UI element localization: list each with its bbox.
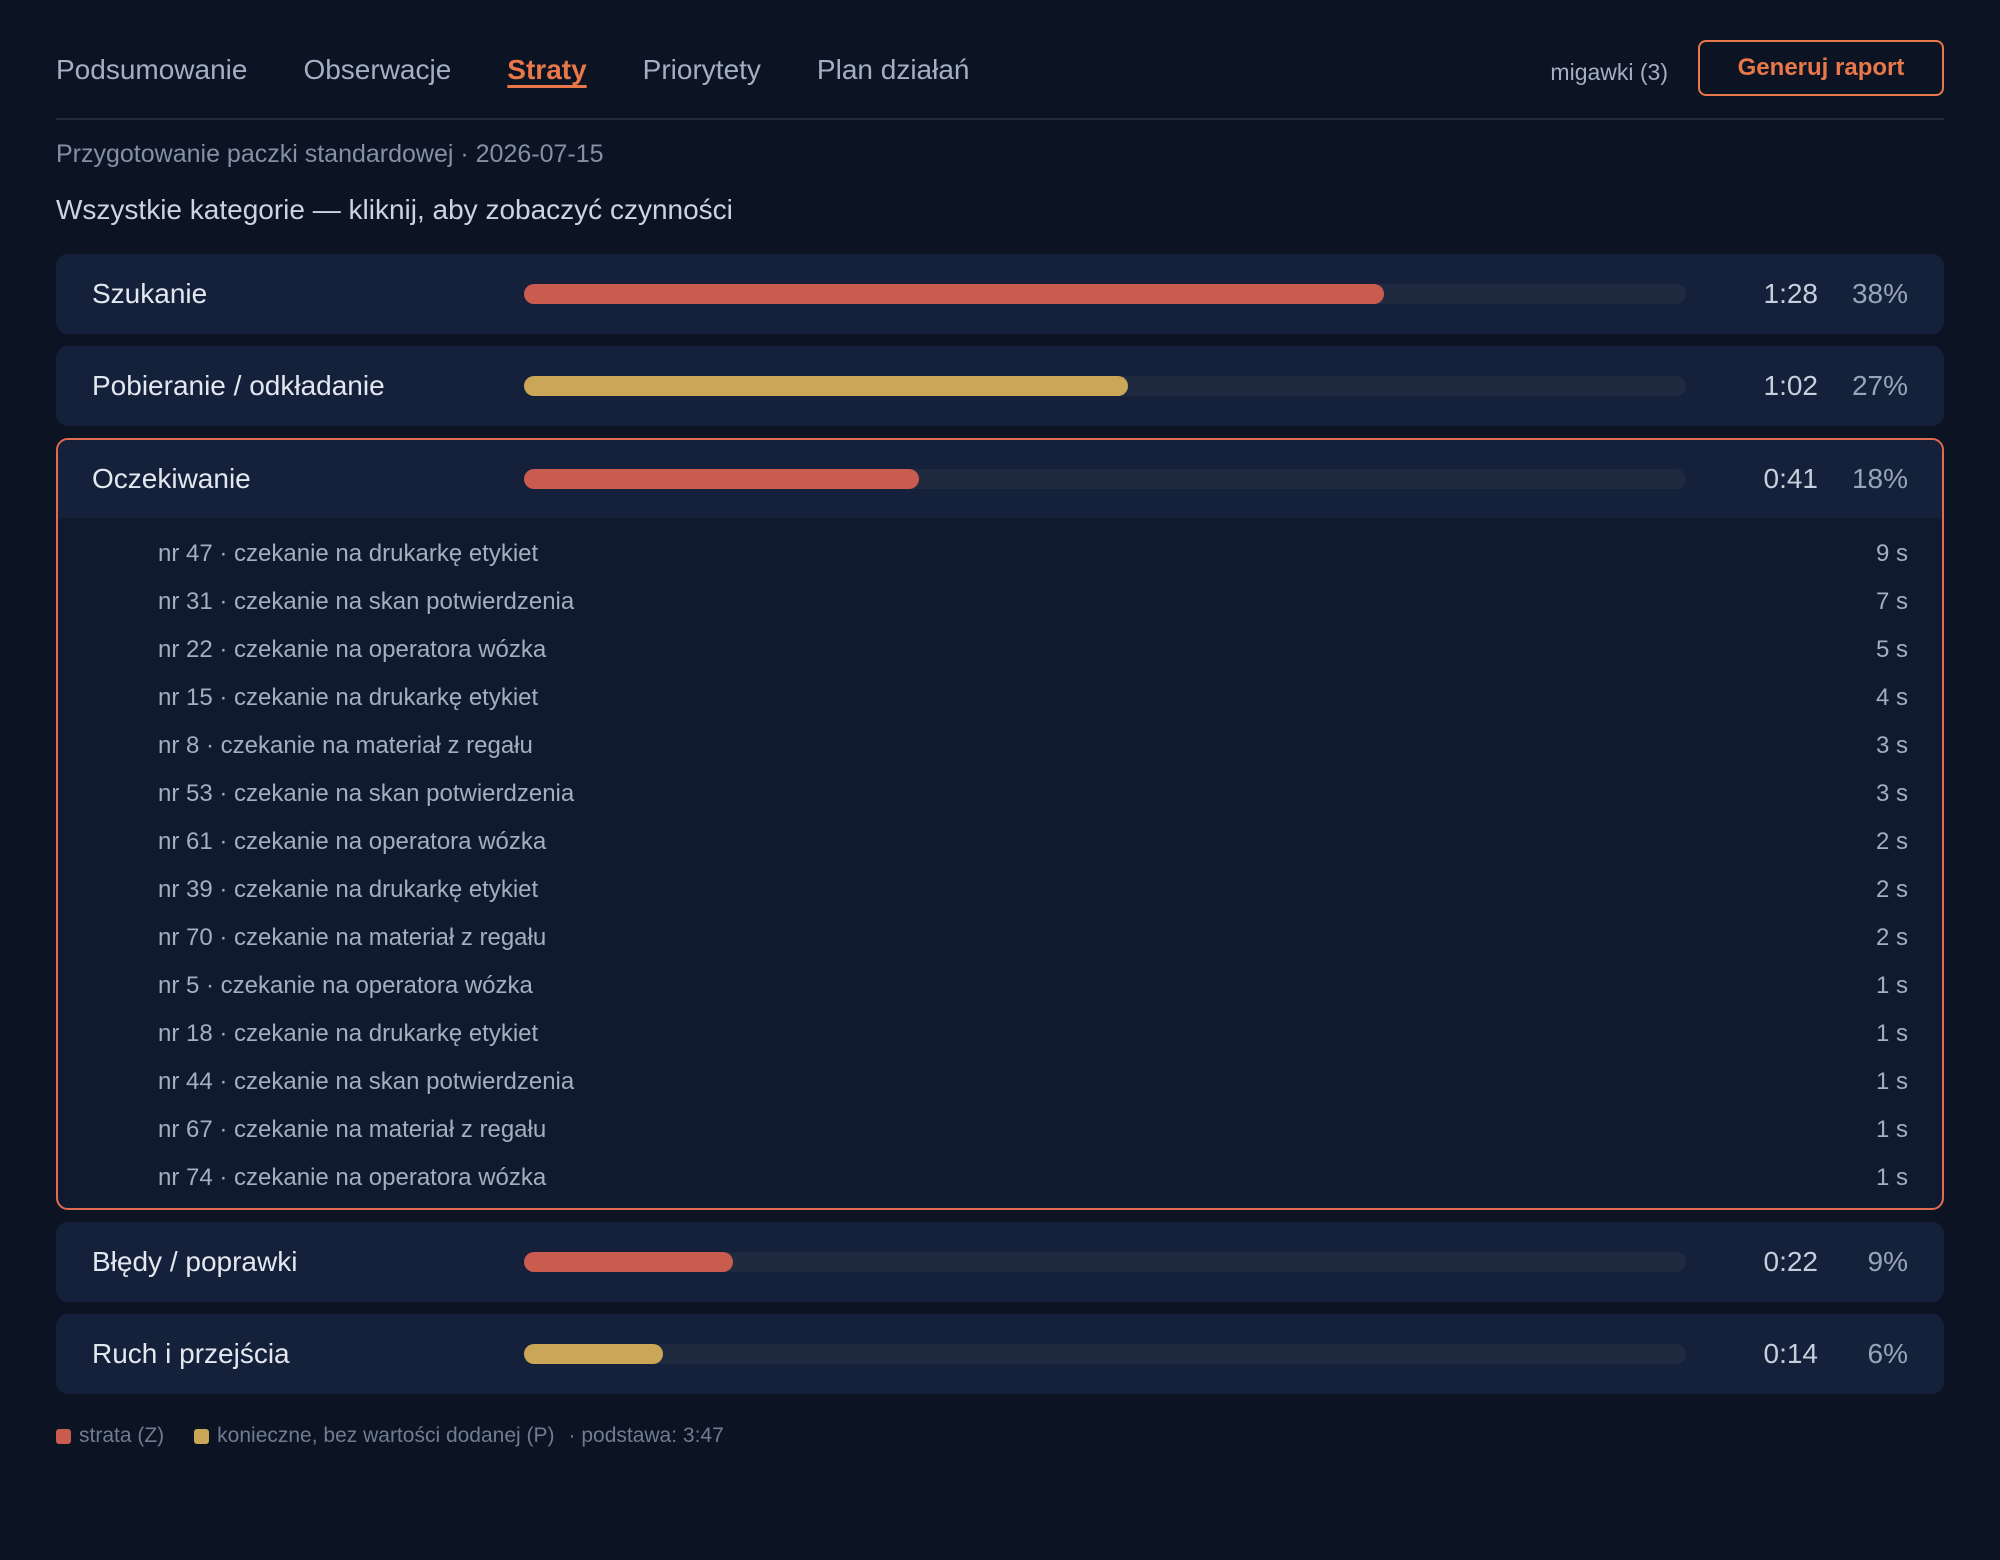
activity-duration: 1 s (1875, 972, 1908, 999)
activity-label: nr 31 · czekanie na skan potwierdzenia (158, 588, 575, 615)
category-bar-track (524, 1252, 1686, 1272)
activity-label: nr 39 · czekanie na drukarkę etykiet (158, 876, 539, 903)
category-label: Szukanie (92, 278, 208, 309)
activity-duration: 3 s (1875, 780, 1908, 807)
activity-item: nr 22 · czekanie na operatora wózka 5 s (58, 626, 1942, 674)
activity-duration: 5 s (1875, 636, 1908, 663)
tab-0[interactable]: Podsumowanie (56, 52, 247, 88)
category-label: Błędy / poprawki (92, 1246, 298, 1277)
category-list: Szukanie 1:28 38% Pobieranie / odkładanie 1:… (56, 254, 1944, 1406)
activity-item: nr 39 · czekanie na drukarkę etykiet 2 s (58, 866, 1942, 914)
category-row: Ruch i przejścia 0:14 6% (56, 1314, 1944, 1394)
waste-swatch-icon (56, 1428, 71, 1444)
legend-waste-label: strata (Z) (79, 1424, 165, 1447)
activity-duration: 3 s (1875, 732, 1908, 759)
activity-label: nr 53 · czekanie na skan potwierdzenia (158, 780, 575, 807)
tab-bar: Podsumowanie Obserwacje Straty Priorytety Pl… (56, 52, 1025, 88)
category-row: Pobieranie / odkładanie 1:02 27% (56, 346, 1944, 426)
category-bar-fill (524, 1252, 734, 1272)
activity-item: nr 70 · czekanie na materiał z regału 2 s (58, 914, 1942, 962)
activity-duration: 1 s (1875, 1020, 1908, 1047)
category-label: Pobieranie / odkładanie (92, 370, 385, 401)
category-time: 1:02 (1763, 370, 1819, 401)
tab-3[interactable]: Priorytety (643, 52, 761, 88)
activity-item: nr 67 · czekanie na materiał z regału 1 s (58, 1106, 1942, 1154)
category-header[interactable]: Oczekiwanie 0:41 18% (58, 440, 1942, 518)
legend-necessary: konieczne, bez wartości dodanej (P) (194, 1424, 555, 1448)
category-percent: 6% (1867, 1338, 1908, 1369)
category-percent: 38% (1851, 278, 1908, 309)
activity-label: nr 61 · czekanie na operatora wózka (158, 828, 547, 855)
activity-label: nr 47 · czekanie na drukarkę etykiet (158, 540, 539, 567)
category-header[interactable]: Ruch i przejścia 0:14 6% (56, 1314, 1944, 1394)
activity-label: nr 8 · czekanie na materiał z regału (158, 732, 533, 759)
category-label: Oczekiwanie (92, 463, 251, 494)
category-header[interactable]: Szukanie 1:28 38% (56, 254, 1944, 334)
activity-duration: 2 s (1875, 924, 1908, 951)
category-time: 0:41 (1763, 463, 1819, 494)
process-subtitle: Przygotowanie paczki standardowej · 2026… (56, 140, 604, 168)
activity-duration: 2 s (1875, 828, 1908, 855)
legend: strata (Z) konieczne, bez wartości dodan… (56, 1424, 724, 1448)
necessary-swatch-icon (194, 1428, 210, 1444)
tab-2[interactable]: Straty (507, 52, 586, 88)
category-bar-fill (524, 1344, 664, 1364)
activity-list: nr 47 · czekanie na drukarkę etykiet 9 sn… (58, 518, 1942, 1208)
category-percent: 9% (1867, 1246, 1908, 1277)
category-bar-fill (524, 376, 1129, 396)
category-row: Błędy / poprawki 0:22 9% (56, 1222, 1944, 1302)
category-bar-track (524, 469, 1686, 489)
activity-label: nr 70 · czekanie na materiał z regału (158, 924, 547, 951)
page: Podsumowanie Obserwacje Straty Priorytety Pl… (0, 0, 2000, 1560)
activity-label: nr 22 · czekanie na operatora wózka (158, 636, 547, 663)
legend-necessary-label: konieczne, bez wartości dodanej (P) (217, 1424, 555, 1447)
activity-item: nr 53 · czekanie na skan potwierdzenia 3 … (58, 770, 1942, 818)
activity-item: nr 74 · czekanie na operatora wózka 1 s (58, 1154, 1942, 1202)
activity-duration: 7 s (1875, 588, 1908, 615)
activity-duration: 4 s (1875, 684, 1908, 711)
activity-label: nr 15 · czekanie na drukarkę etykiet (158, 684, 539, 711)
activity-item: nr 47 · czekanie na drukarkę etykiet 9 s (58, 530, 1942, 578)
activity-label: nr 44 · czekanie na skan potwierdzenia (158, 1068, 575, 1095)
category-bar-track (524, 1344, 1686, 1364)
category-time: 1:28 (1763, 278, 1819, 309)
activity-item: nr 31 · czekanie na skan potwierdzenia 7 … (58, 578, 1942, 626)
activity-label: nr 74 · czekanie na operatora wózka (158, 1164, 547, 1191)
activity-item: nr 18 · czekanie na drukarkę etykiet 1 s (58, 1010, 1942, 1058)
top-nav: Podsumowanie Obserwacje Straty Priorytety Pl… (56, 38, 1944, 120)
activity-item: nr 8 · czekanie na materiał z regału 3 s (58, 722, 1942, 770)
activity-label: nr 5 · czekanie na operatora wózka (158, 972, 533, 999)
activity-duration: 2 s (1875, 876, 1908, 903)
category-percent: 27% (1851, 370, 1908, 401)
snapshots-link[interactable]: migawki (3) (1550, 56, 1668, 88)
category-bar-fill (524, 469, 920, 489)
category-bar-track (524, 284, 1686, 304)
category-row: Oczekiwanie 0:41 18% nr 47 · czekanie na dr… (56, 438, 1944, 1210)
activity-item: nr 15 · czekanie na drukarkę etykiet 4 s (58, 674, 1942, 722)
activity-duration: 9 s (1875, 540, 1908, 567)
category-time: 0:22 (1763, 1246, 1819, 1277)
category-label: Ruch i przejścia (92, 1338, 290, 1369)
category-percent: 18% (1851, 463, 1908, 494)
legend-base: · podstawa: 3:47 (568, 1424, 724, 1447)
category-header[interactable]: Błędy / poprawki 0:22 9% (56, 1222, 1944, 1302)
category-row: Szukanie 1:28 38% (56, 254, 1944, 334)
generate-report-button[interactable]: Generuj raport (1698, 40, 1944, 96)
category-bar-fill (524, 284, 1384, 304)
activity-label: nr 18 · czekanie na drukarkę etykiet (158, 1020, 539, 1047)
activity-item: nr 5 · czekanie na operatora wózka 1 s (58, 962, 1942, 1010)
category-bar-track (524, 376, 1686, 396)
category-time: 0:14 (1763, 1338, 1819, 1369)
activity-item: nr 44 · czekanie na skan potwierdzenia 1 … (58, 1058, 1942, 1106)
legend-waste: strata (Z) (56, 1424, 164, 1448)
activity-duration: 1 s (1875, 1116, 1908, 1143)
activity-item: nr 61 · czekanie na operatora wózka 2 s (58, 818, 1942, 866)
category-header[interactable]: Pobieranie / odkładanie 1:02 27% (56, 346, 1944, 426)
tab-4[interactable]: Plan działań (817, 52, 970, 88)
activity-duration: 1 s (1875, 1164, 1908, 1191)
tab-1[interactable]: Obserwacje (303, 52, 451, 88)
activity-duration: 1 s (1875, 1068, 1908, 1095)
section-heading: Wszystkie kategorie — kliknij, aby zobac… (56, 194, 733, 225)
activity-label: nr 67 · czekanie na materiał z regału (158, 1116, 547, 1143)
